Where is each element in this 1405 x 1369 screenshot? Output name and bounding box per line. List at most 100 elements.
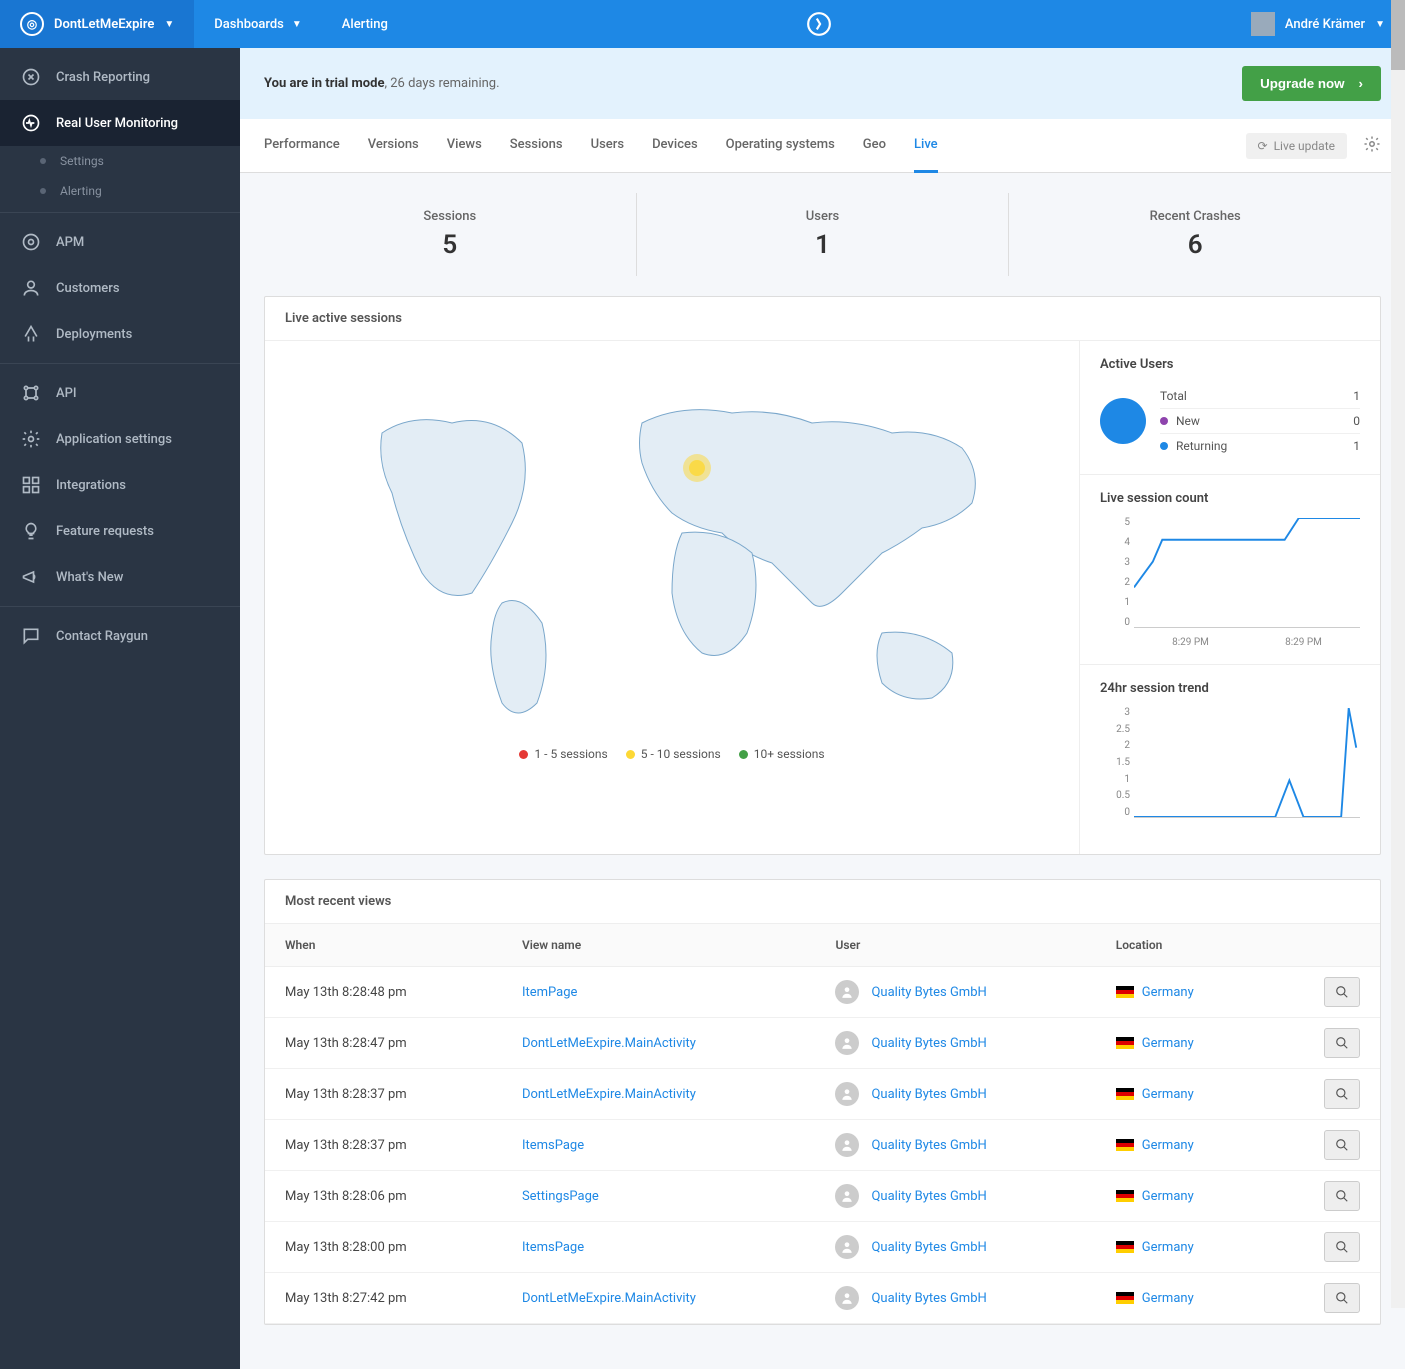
dot-icon xyxy=(40,158,46,164)
bulb-icon xyxy=(20,520,42,542)
sidebar-item-real-user-monitoring[interactable]: Real User Monitoring xyxy=(0,100,240,146)
app-switcher[interactable]: ◎ DontLetMeExpire ▼ xyxy=(0,0,194,48)
table-row: May 13th 8:28:00 pmItemsPageQuality Byte… xyxy=(265,1222,1380,1273)
view-link[interactable]: SettingsPage xyxy=(522,1189,599,1204)
scrollbar-thumb[interactable] xyxy=(1391,0,1405,70)
sidebar-item-api[interactable]: API xyxy=(0,370,240,416)
sidebar-subitem-settings[interactable]: Settings xyxy=(0,146,240,176)
inspect-button[interactable] xyxy=(1324,1232,1360,1262)
gear-icon[interactable] xyxy=(1363,135,1381,157)
tick: 2.5 xyxy=(1100,725,1130,735)
view-link[interactable]: DontLetMeExpire.MainActivity xyxy=(522,1291,696,1306)
topbar: ◎ DontLetMeExpire ▼ Dashboards ▼ Alertin… xyxy=(0,0,1405,48)
sidebar-item-label: Customers xyxy=(56,281,120,296)
kpi-label: Recent Crashes xyxy=(1009,209,1381,224)
tab-devices[interactable]: Devices xyxy=(652,119,698,172)
cell-when: May 13th 8:28:37 pm xyxy=(265,1069,502,1120)
tab-live[interactable]: Live xyxy=(914,119,938,173)
flag-icon xyxy=(1116,986,1134,998)
nav-label: Alerting xyxy=(342,17,388,32)
flag-icon xyxy=(1116,1190,1134,1202)
tab-sessions[interactable]: Sessions xyxy=(510,119,563,172)
view-link[interactable]: DontLetMeExpire.MainActivity xyxy=(522,1087,696,1102)
sidebar-item-customers[interactable]: Customers xyxy=(0,265,240,311)
user-link[interactable]: Quality Bytes GmbH xyxy=(871,1087,986,1102)
live-update-toggle[interactable]: ⟳ Live update xyxy=(1246,133,1347,159)
au-value: 1 xyxy=(1353,389,1360,403)
inspect-button[interactable] xyxy=(1324,1079,1360,1109)
user-menu[interactable]: André Krämer ▼ xyxy=(1231,12,1405,36)
user-link[interactable]: Quality Bytes GmbH xyxy=(871,1240,986,1255)
sidebar-item-application-settings[interactable]: Application settings xyxy=(0,416,240,462)
deployments-icon xyxy=(20,323,42,345)
sidebar-item-integrations[interactable]: Integrations xyxy=(0,462,240,508)
recent-views-table: WhenView nameUserLocation May 13th 8:28:… xyxy=(265,924,1380,1324)
subitem-label: Alerting xyxy=(60,184,102,198)
user-link[interactable]: Quality Bytes GmbH xyxy=(871,1189,986,1204)
sidebar-subitem-alerting[interactable]: Alerting xyxy=(0,176,240,206)
user-link[interactable]: Quality Bytes GmbH xyxy=(871,1036,986,1051)
view-link[interactable]: ItemsPage xyxy=(522,1138,584,1153)
upgrade-button[interactable]: Upgrade now › xyxy=(1242,66,1381,101)
nav-alerting[interactable]: Alerting xyxy=(322,0,408,48)
gear-icon xyxy=(20,428,42,450)
sidebar-item-label: What's New xyxy=(56,570,123,585)
refresh-icon: ⟳ xyxy=(1258,139,1268,153)
sidebar-item-deployments[interactable]: Deployments xyxy=(0,311,240,357)
location-link[interactable]: Germany xyxy=(1142,1291,1194,1306)
au-label: Returning xyxy=(1176,439,1227,453)
tab-views[interactable]: Views xyxy=(447,119,482,172)
location-link[interactable]: Germany xyxy=(1142,1138,1194,1153)
cell-when: May 13th 8:27:42 pm xyxy=(265,1273,502,1324)
tab-performance[interactable]: Performance xyxy=(264,119,340,172)
inspect-button[interactable] xyxy=(1324,1130,1360,1160)
user-link[interactable]: Quality Bytes GmbH xyxy=(871,985,986,1000)
sidebar-item-contact-raygun[interactable]: Contact Raygun xyxy=(0,613,240,659)
flag-icon xyxy=(1116,1037,1134,1049)
sidebar-item-apm[interactable]: APM xyxy=(0,219,240,265)
sidebar-item-what's-new[interactable]: What's New xyxy=(0,554,240,600)
legend-item: 1 - 5 sessions xyxy=(519,747,607,761)
panel-title: Most recent views xyxy=(265,880,1380,924)
tab-versions[interactable]: Versions xyxy=(368,119,419,172)
legend-dot-icon xyxy=(519,750,528,759)
user-link[interactable]: Quality Bytes GmbH xyxy=(871,1291,986,1306)
user-link[interactable]: Quality Bytes GmbH xyxy=(871,1138,986,1153)
location-link[interactable]: Germany xyxy=(1142,1240,1194,1255)
tab-geo[interactable]: Geo xyxy=(863,119,886,172)
user-avatar-icon xyxy=(835,1082,859,1106)
inspect-button[interactable] xyxy=(1324,977,1360,1007)
kpi-users: Users1 xyxy=(637,193,1010,276)
view-link[interactable]: DontLetMeExpire.MainActivity xyxy=(522,1036,696,1051)
location-link[interactable]: Germany xyxy=(1142,1087,1194,1102)
location-link[interactable]: Germany xyxy=(1142,1189,1194,1204)
sidebar-item-label: Crash Reporting xyxy=(56,70,150,85)
chevron-right-icon: › xyxy=(1359,76,1363,91)
chevron-down-icon: ▼ xyxy=(1375,19,1385,30)
inspect-button[interactable] xyxy=(1324,1181,1360,1211)
au-label: New xyxy=(1176,414,1200,428)
tab-operating-systems[interactable]: Operating systems xyxy=(726,119,835,172)
inspect-button[interactable] xyxy=(1324,1028,1360,1058)
chevron-down-icon: ▼ xyxy=(292,19,302,30)
location-link[interactable]: Germany xyxy=(1142,985,1194,1000)
au-value: 1 xyxy=(1353,439,1360,453)
user-avatar-icon xyxy=(835,1184,859,1208)
location-link[interactable]: Germany xyxy=(1142,1036,1194,1051)
world-map[interactable]: 1 - 5 sessions5 - 10 sessions10+ session… xyxy=(265,341,1080,854)
nav-label: Dashboards xyxy=(214,17,284,32)
kpi-value: 5 xyxy=(264,230,636,260)
nav-dashboards[interactable]: Dashboards ▼ xyxy=(194,0,322,48)
sidebar-item-crash-reporting[interactable]: Crash Reporting xyxy=(0,54,240,100)
scrollbar[interactable] xyxy=(1391,0,1405,1308)
trial-text-bold: You are in trial mode xyxy=(264,76,384,91)
tab-users[interactable]: Users xyxy=(591,119,624,172)
tick: 8:29 PM xyxy=(1285,637,1322,648)
view-link[interactable]: ItemPage xyxy=(522,985,577,1000)
sidebar-item-feature-requests[interactable]: Feature requests xyxy=(0,508,240,554)
inspect-button[interactable] xyxy=(1324,1283,1360,1313)
col-header: View name xyxy=(502,924,816,967)
megaphone-icon xyxy=(20,566,42,588)
sidebar-item-label: Contact Raygun xyxy=(56,629,148,644)
view-link[interactable]: ItemsPage xyxy=(522,1240,584,1255)
